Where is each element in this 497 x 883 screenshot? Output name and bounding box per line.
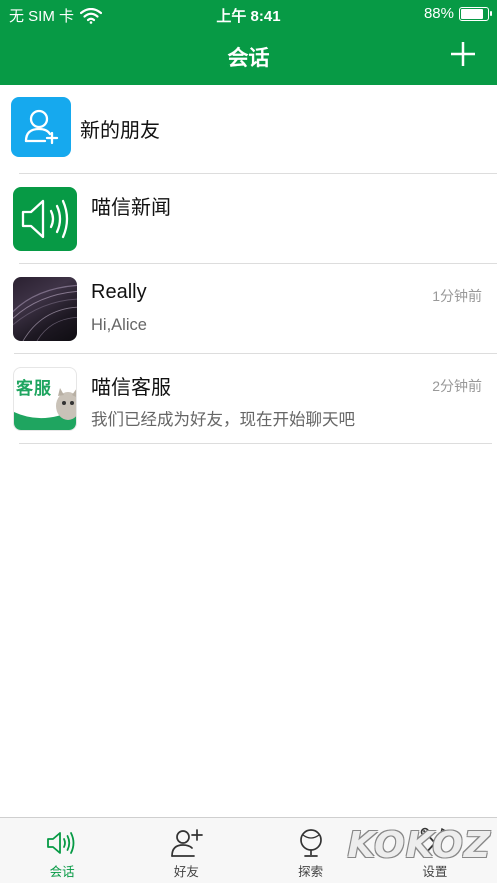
clock: 上午 8:41 xyxy=(216,8,281,25)
tab-friends[interactable]: 好友 xyxy=(124,818,248,883)
conversation-row-news[interactable]: 喵信新闻 xyxy=(0,174,497,264)
page-title: 会话 xyxy=(227,47,270,70)
wallpaper-image xyxy=(13,284,77,341)
row-divider xyxy=(19,443,492,444)
globe-icon xyxy=(299,829,322,857)
photo-avatar xyxy=(13,277,77,341)
status-right: 88% xyxy=(423,5,492,22)
app-window: 无 SIM 卡 上午 8:41 88% 会话 新的朋友 喵信新闻 Really … xyxy=(0,0,497,883)
plus-icon[interactable] xyxy=(449,40,477,68)
conversation-row-really[interactable]: Really Hi,Alice 1分钟前 xyxy=(0,264,497,354)
speaker-icon xyxy=(21,199,69,239)
service-avatar: 客服 xyxy=(13,367,77,431)
conversation-name: 喵信客服 xyxy=(91,377,171,399)
conversation-name: Really xyxy=(91,281,147,303)
message-time: 2分钟前 xyxy=(432,378,482,394)
message-preview: Hi,Alice xyxy=(91,316,147,334)
status-bar: 无 SIM 卡 上午 8:41 88% xyxy=(0,0,497,28)
header: 无 SIM 卡 上午 8:41 88% 会话 xyxy=(0,0,497,85)
conversation-name: 喵信新闻 xyxy=(91,197,171,219)
news-avatar xyxy=(13,187,77,251)
service-avatar-text: 客服 xyxy=(16,379,52,398)
battery-percent: 88% xyxy=(423,5,454,22)
watermark-logo: KOKOZ xyxy=(347,825,491,866)
tab-label: 好友 xyxy=(173,865,199,879)
conversation-name: 新的朋友 xyxy=(80,120,160,142)
add-friend-icon xyxy=(171,829,204,857)
tab-label: 会话 xyxy=(49,865,75,879)
message-preview: 我们已经成为好友，现在开始聊天吧 xyxy=(91,411,355,429)
add-friend-icon xyxy=(24,109,59,145)
battery-icon xyxy=(459,6,492,21)
conversation-row-service[interactable]: 客服 喵信客服 我们已经成为好友，现在开始聊天吧 2分钟前 xyxy=(0,354,497,444)
conversation-list: 新的朋友 喵信新闻 Really Hi,Alice 1分钟前 客服 喵信客服 我… xyxy=(0,85,497,444)
new-friends-avatar xyxy=(11,97,71,157)
message-time: 1分钟前 xyxy=(432,288,482,304)
speaker-icon xyxy=(47,832,75,854)
tab-conversations[interactable]: 会话 xyxy=(0,818,124,883)
new-friends-row[interactable]: 新的朋友 xyxy=(0,85,497,174)
